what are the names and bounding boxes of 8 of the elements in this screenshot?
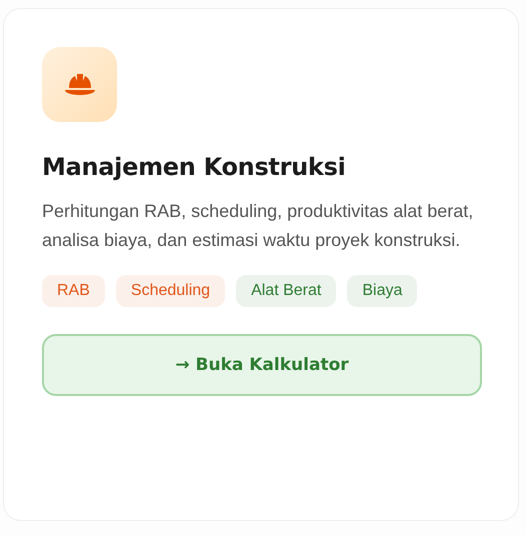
card-title: Manajemen Konstruksi	[42, 153, 346, 181]
tag: Scheduling	[116, 275, 226, 307]
tag: Alat Berat	[236, 275, 336, 307]
card-description: Perhitungan RAB, scheduling, produktivitas alat berat, analisa biaya, dan estimasi waktu proyek konstruksi.	[42, 200, 474, 252]
tag: RAB	[42, 275, 105, 307]
hard-hat-icon	[64, 72, 96, 96]
open-calculator-button[interactable]: → Buka Kalkulator	[42, 334, 482, 396]
tag: Biaya	[347, 275, 418, 307]
